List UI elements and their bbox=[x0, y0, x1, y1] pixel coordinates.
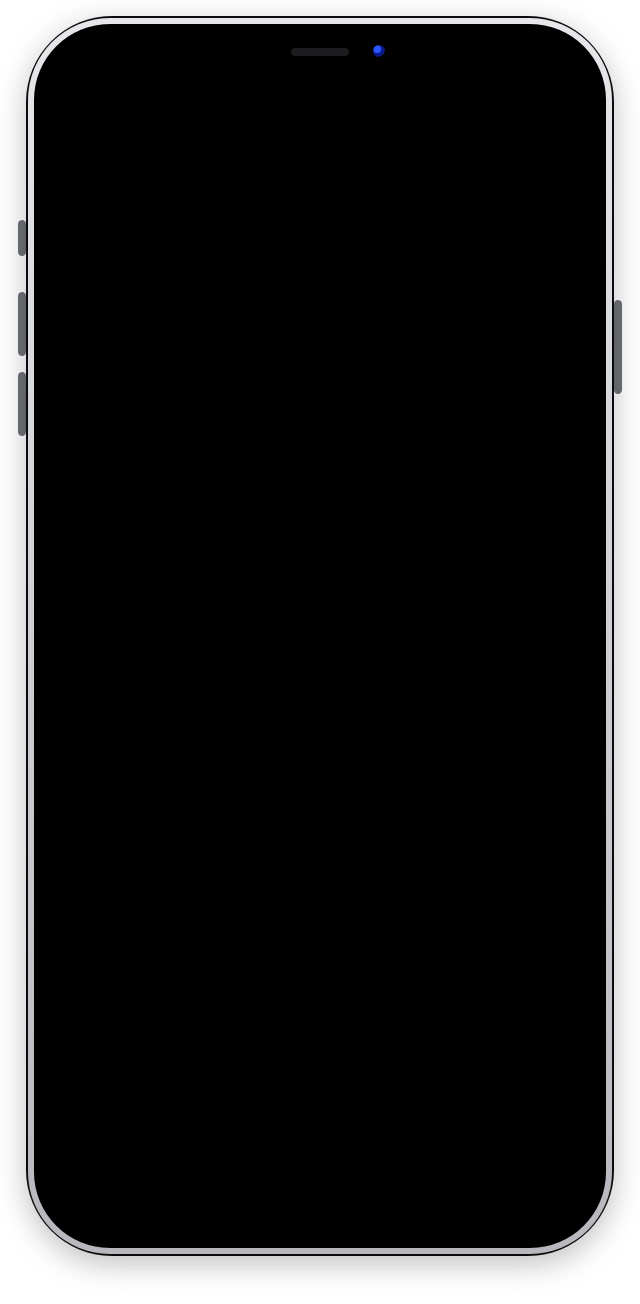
app-tracking-row: App App bbox=[46, 329, 594, 389]
app-icon-label: App bbox=[68, 351, 95, 367]
section-spacer bbox=[46, 152, 594, 196]
back-label: Privacy bbox=[82, 110, 154, 136]
device-frame: 9:41 bbox=[26, 16, 614, 1256]
app-icon: App bbox=[64, 341, 100, 377]
screen: 9:41 bbox=[46, 36, 594, 1236]
back-button[interactable]: Privacy bbox=[56, 94, 160, 151]
device-volume-up bbox=[18, 292, 26, 356]
front-camera bbox=[373, 45, 385, 57]
toggle-knob bbox=[543, 211, 573, 241]
allow-apps-to-request-row: Allow Apps to Request to Track bbox=[46, 196, 594, 256]
cellular-icon bbox=[476, 64, 498, 78]
app-tracking-toggle[interactable] bbox=[514, 341, 576, 377]
navbar: Privacy Tracking bbox=[46, 94, 594, 152]
allow-apps-toggle[interactable] bbox=[514, 208, 576, 244]
chevron-left-icon bbox=[62, 111, 78, 135]
status-time: 9:41 bbox=[74, 60, 114, 83]
device-side-button bbox=[614, 300, 622, 394]
status-indicators bbox=[476, 63, 566, 79]
allow-apps-label: Allow Apps to Request to Track bbox=[64, 214, 514, 238]
home-indicator[interactable] bbox=[240, 1220, 400, 1226]
battery-icon bbox=[536, 64, 566, 78]
app-name-label: App bbox=[114, 347, 514, 371]
notch bbox=[213, 36, 427, 72]
page-title: Tracking bbox=[275, 110, 365, 136]
stage: 9:41 bbox=[0, 0, 640, 1304]
wifi-icon bbox=[506, 63, 528, 79]
allow-apps-footer: Allow apps to ask to track your activity… bbox=[46, 256, 594, 329]
learn-more-link[interactable]: Learn more… bbox=[166, 290, 264, 307]
device-silent-switch bbox=[18, 220, 26, 256]
device-volume-down bbox=[18, 372, 26, 436]
earpiece-speaker bbox=[291, 48, 349, 56]
toggle-knob bbox=[518, 345, 548, 375]
footer-text: Allow apps to ask to track your activity… bbox=[64, 268, 551, 307]
